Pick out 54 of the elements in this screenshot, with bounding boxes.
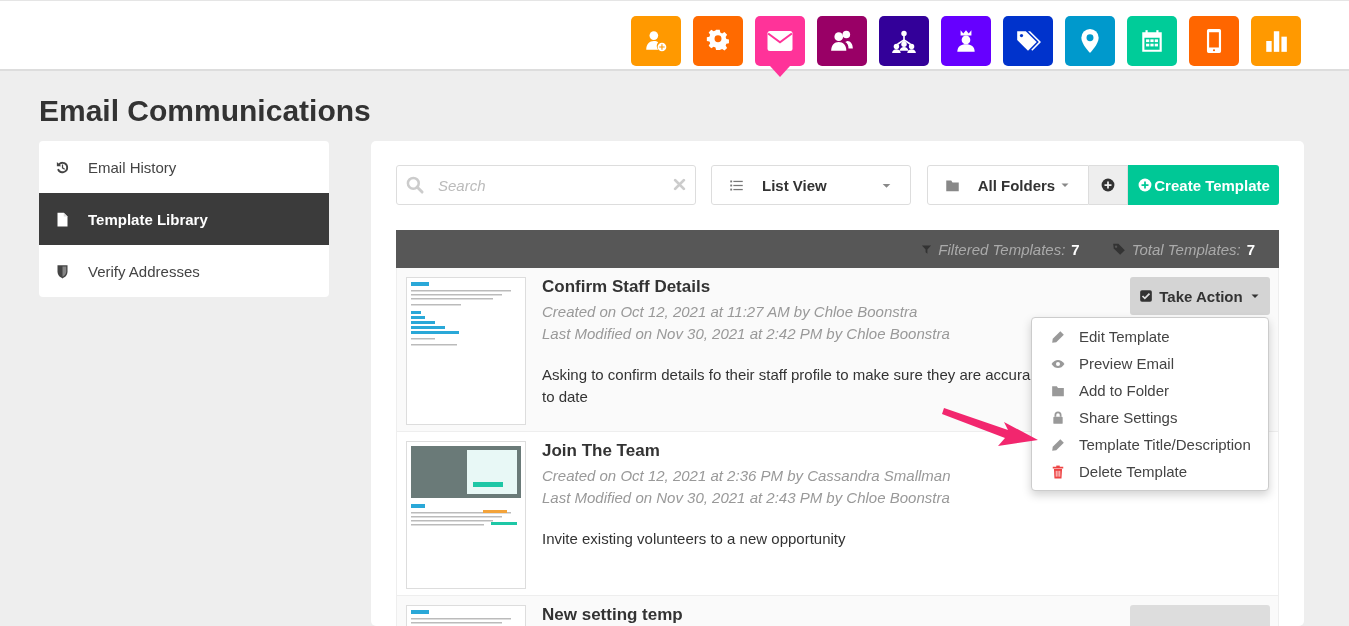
pencil-icon — [1051, 437, 1065, 452]
checkbox-icon — [1139, 289, 1154, 303]
search-field[interactable]: Search — [396, 165, 696, 205]
shield-icon — [55, 263, 70, 279]
template-description: Invite existing volunteers to a new opportunity — [542, 529, 846, 549]
template-title[interactable]: New setting temp — [542, 605, 683, 624]
folder-dropdown[interactable]: All Folders — [926, 165, 1090, 205]
search-icon — [405, 175, 425, 195]
modified-info: Last Modified on Nov 30, 2021 at 2:43 PM by Chloe Boonstra — [542, 488, 950, 508]
add-folder-button[interactable] — [1089, 165, 1129, 205]
sidebar-item[interactable]: Email History — [39, 141, 329, 193]
menu-item[interactable]: Edit Template — [1032, 323, 1268, 350]
filtered-label: Filtered Templates: — [938, 240, 1066, 258]
bar-chart-icon — [1263, 28, 1289, 54]
pointer-triangle — [770, 66, 790, 77]
filtered-count: 7 — [1071, 240, 1080, 258]
folder-icon — [1051, 383, 1065, 398]
menu-item[interactable]: Preview Email — [1032, 350, 1268, 377]
gear-icon — [705, 28, 731, 54]
nav-button[interactable] — [879, 16, 929, 66]
plus-circle-icon — [1138, 178, 1153, 192]
calendar-icon — [1139, 28, 1165, 54]
menu-item[interactable]: Add to Folder — [1032, 377, 1268, 404]
menu-item[interactable]: Template Title/Description — [1032, 431, 1268, 458]
modified-info: Last Modified on Nov 30, 2021 at 2:42 PM by Chloe Boonstra — [542, 324, 950, 344]
created-info: Created on Oct 12, 2021 at 11:27 AM by Chloe Boonstra — [542, 302, 918, 322]
person-plus-icon — [643, 28, 669, 54]
menu-item[interactable]: Delete Template — [1032, 458, 1268, 485]
view-dropdown[interactable]: List View — [711, 165, 911, 205]
template-description: Asking to confirm details fo their staff profile to make sure they are accura to date — [542, 365, 1031, 407]
nav-button[interactable] — [941, 16, 991, 66]
filter-icon — [921, 243, 933, 255]
menu-item[interactable]: Share Settings — [1032, 404, 1268, 431]
nav-button[interactable] — [1003, 16, 1053, 66]
pencil-icon — [1051, 329, 1065, 344]
tag-icon — [1111, 242, 1126, 256]
trash-icon — [1051, 464, 1065, 479]
template-title[interactable]: Confirm Staff Details — [542, 277, 711, 296]
history-icon — [55, 159, 70, 175]
nav-button[interactable] — [817, 16, 867, 66]
sidebar-item[interactable]: Verify Addresses — [39, 245, 329, 297]
template-title[interactable]: Join The Team — [542, 441, 660, 460]
document-icon — [55, 211, 70, 227]
network-icon — [891, 28, 917, 54]
created-info: Created on Oct 12, 2021 at 2:36 PM by Cassandra Smallman — [542, 466, 951, 486]
sidebar-item[interactable]: Template Library — [39, 193, 329, 245]
take-action-button[interactable]: Take Action — [1130, 277, 1270, 315]
people-icon — [829, 28, 855, 54]
tags-icon — [1015, 28, 1041, 54]
lock-icon — [1051, 410, 1065, 425]
total-label: Total Templates: — [1131, 240, 1241, 258]
plus-circle-icon — [1101, 178, 1116, 192]
total-count: 7 — [1246, 240, 1255, 258]
page-title: Email Communications — [39, 93, 371, 129]
